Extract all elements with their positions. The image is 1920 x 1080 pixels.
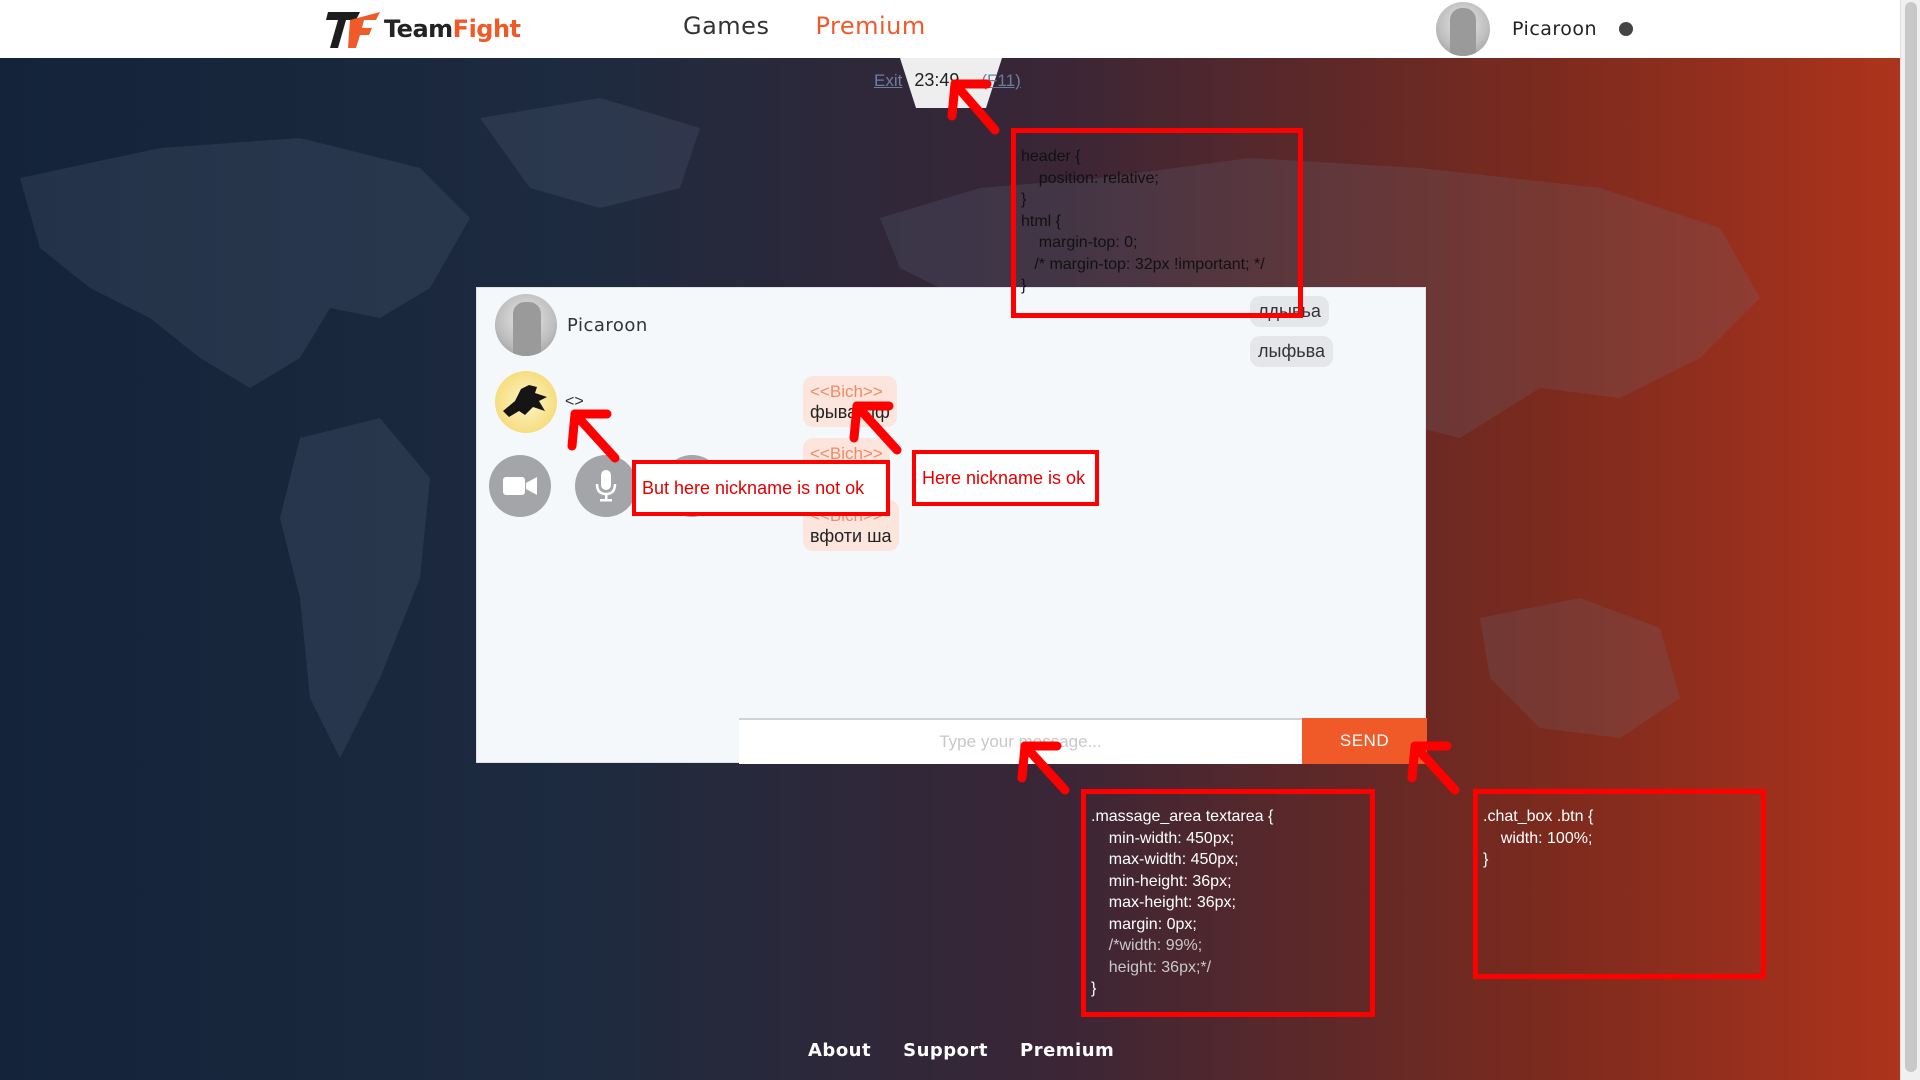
microphone-icon: [595, 470, 617, 502]
footer-about[interactable]: About: [808, 1040, 871, 1061]
logo-word-team: Team: [384, 15, 453, 43]
nav-games[interactable]: Games: [683, 12, 769, 40]
online-status-dot: [1619, 22, 1634, 36]
message-nickname: <<Bich>>: [810, 382, 883, 401]
top-header: TeamFight Games Premium Picaroon: [0, 0, 1900, 58]
message-text: фыва ыф: [810, 402, 890, 422]
footer-premium[interactable]: Premium: [1020, 1040, 1114, 1061]
annotation-header-css: header { position: relative; } html { ma…: [1021, 148, 1265, 294]
contact-item[interactable]: <>: [495, 371, 584, 433]
message-input[interactable]: Type your message...: [739, 718, 1302, 764]
chat-box: Picaroon <> <<Bich>> фыва ыф <<Bich>> вф…: [476, 287, 1427, 764]
nav-premium[interactable]: Premium: [815, 12, 925, 40]
contact-name: <>: [565, 393, 584, 410]
annotation-textarea-css-comment: /*width: 99%; height: 36px;*/: [1108, 937, 1212, 976]
chat-messages: <<Bich>> фыва ыф <<Bich>> ав <<Bich>> вф…: [739, 288, 1427, 762]
message-text: вфоти ша: [810, 526, 892, 546]
exit-link[interactable]: Exit: [874, 71, 902, 90]
chat-profile: Picaroon: [495, 294, 648, 356]
user-avatar[interactable]: [1436, 2, 1490, 56]
chat-sidebar: Picaroon <>: [477, 288, 739, 762]
logo-wordmark: TeamFight: [384, 15, 521, 43]
f11-hint[interactable]: (F11): [981, 71, 1020, 90]
send-button[interactable]: SEND: [1302, 718, 1427, 764]
scrollbar-thumb[interactable]: [1905, 2, 1917, 1072]
logo-word-fight: Fight: [452, 15, 521, 43]
footer-support[interactable]: Support: [903, 1040, 988, 1061]
video-call-button[interactable]: [489, 455, 551, 517]
fullscreen-timer: Exit 23:49 (F11): [874, 70, 1021, 91]
profile-name: Picaroon: [567, 314, 648, 336]
annotation-nickname-ok: Here nickname is ok: [912, 450, 1099, 506]
crow-icon: [503, 385, 547, 417]
profile-avatar: [495, 294, 557, 356]
page-scrollbar[interactable]: [1900, 0, 1920, 1080]
avatar-figure: [1450, 8, 1476, 56]
main-nav: Games Premium: [683, 12, 926, 40]
chat-message: <<Bich>> фыва ыф: [803, 376, 897, 427]
crow-avatar: [495, 371, 557, 433]
annotation-textarea-css: .massage_area textarea { min-width: 450p…: [1091, 806, 1273, 1000]
microphone-button[interactable]: [575, 455, 637, 517]
user-menu[interactable]: Picaroon: [1436, 2, 1634, 56]
annotation-btn-css: .chat_box .btn { width: 100%; }: [1483, 808, 1594, 868]
tf-logo-icon: [326, 12, 380, 48]
annotation-textarea-css-close: }: [1091, 980, 1097, 997]
message-placeholder: Type your message...: [939, 732, 1102, 751]
teamfight-logo[interactable]: TeamFight: [326, 8, 521, 50]
own-message: лыфьва: [1250, 336, 1333, 367]
avatar-figure: [513, 302, 541, 356]
timer-value: 23:49: [914, 70, 960, 90]
annotation-nickname-not-ok: But here nickname is not ok: [632, 460, 890, 516]
annotation-textarea-css-main: .massage_area textarea { min-width: 450p…: [1091, 808, 1274, 933]
footer-links: About Support Premium: [808, 1040, 1114, 1061]
video-camera-icon: [503, 477, 537, 495]
user-name[interactable]: Picaroon: [1512, 18, 1597, 40]
